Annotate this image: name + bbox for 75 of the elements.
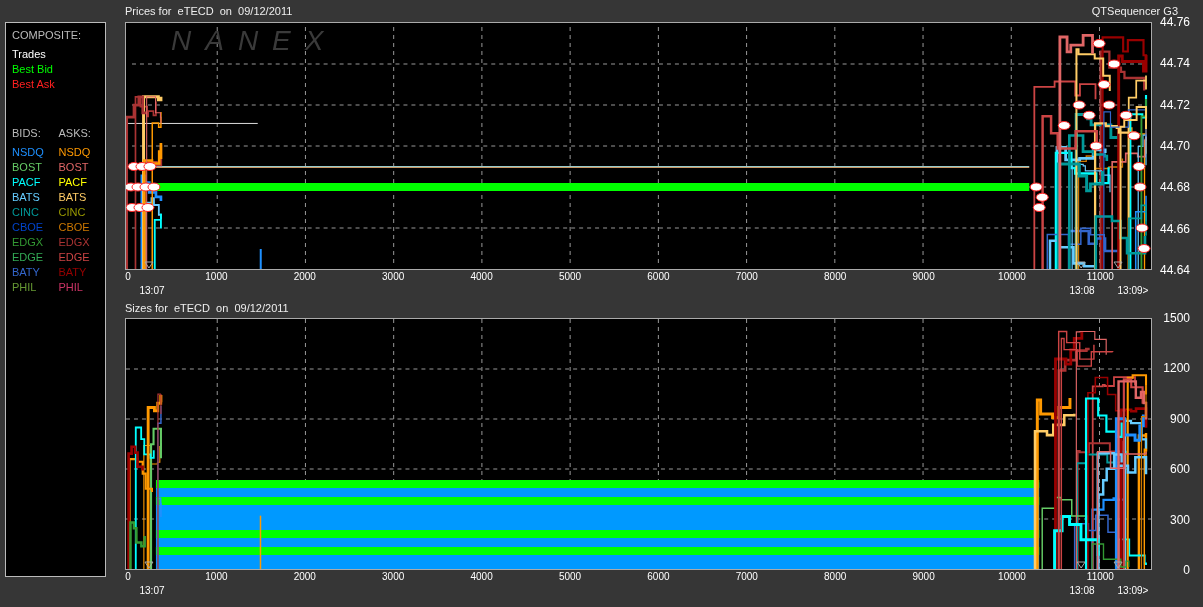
x-axis-label: 9000 [912, 571, 935, 582]
y-axis-label: 1500 [1163, 311, 1190, 325]
x-axis-label: 5000 [558, 571, 582, 582]
x-axis-label: 10000 [998, 271, 1026, 282]
legend-label: Trades [12, 47, 47, 62]
x-axis-label: 8000 [824, 571, 847, 582]
legend-label: PHIL [12, 280, 37, 295]
time-label: 13:07 [139, 285, 165, 296]
x-axis-label: 8000 [824, 271, 847, 282]
y-axis-label: 900 [1169, 411, 1190, 426]
x-axis-label: 5000 [558, 271, 582, 282]
legend-label: BOST [12, 160, 42, 175]
x-axis-label: 6000 [647, 271, 670, 282]
time-label: 13:08 [1069, 285, 1095, 296]
legend-label: NSDQ [12, 145, 44, 160]
chart-title: Prices for eTECD on 09/12/2011 [125, 5, 293, 17]
watermark-logo: NANEX [171, 25, 338, 57]
y-axis-label: 44.72 [1159, 97, 1190, 112]
x-axis-label: 3000 [382, 271, 405, 282]
y-axis-label: 44.68 [1159, 180, 1190, 195]
y-axis-label: 44.64 [1159, 263, 1190, 277]
legend-label: BATS [12, 190, 40, 205]
y-axis-label: 44.70 [1159, 139, 1190, 153]
legend-label: PACF [12, 175, 41, 190]
legend-label: BATS [58, 190, 87, 205]
time-label: 13:07 [139, 585, 165, 596]
legend-heading: COMPOSITE: [12, 28, 83, 43]
legend-label: CINC [58, 205, 86, 220]
legend-label: CBOE [12, 220, 44, 235]
y-axis-label: 44.76 [1159, 15, 1190, 29]
x-axis-label: 0 [125, 271, 131, 282]
time-label: 13:09> [1117, 285, 1149, 296]
x-axis-label: 1000 [205, 571, 228, 582]
x-axis-label: 2000 [293, 571, 316, 582]
y-axis-label: 0 [1183, 563, 1190, 577]
legend-label: PHIL [58, 280, 83, 295]
x-axis-label: 0 [125, 571, 131, 582]
chart-title: Sizes for eTECD on 09/12/2011 [125, 301, 289, 314]
legend-label: EDGE [12, 250, 44, 265]
quote-bar [259, 249, 262, 269]
x-axis-label: 10000 [998, 571, 1026, 582]
legend-heading: ASKS: [58, 126, 91, 141]
legend-label: EDGX [12, 235, 44, 250]
legend-label: EDGE [58, 250, 90, 265]
legend-label: PACF [58, 175, 88, 190]
x-axis-label: 4000 [470, 571, 493, 582]
legend-label: CBOE [58, 220, 90, 235]
y-axis-label: 600 [1169, 462, 1190, 477]
x-axis-label: 7000 [735, 271, 758, 282]
legend-label: BATY [58, 265, 87, 280]
x-axis-label: 11000 [1086, 271, 1114, 282]
x-axis-label: 9000 [912, 271, 935, 282]
legend-label: EDGX [58, 235, 90, 250]
x-axis-label: 3000 [382, 571, 405, 582]
x-axis-label: 1000 [205, 271, 228, 282]
legend-label: Best Ask [12, 77, 56, 92]
x-axis-label: 7000 [735, 571, 758, 582]
time-label: 13:09> [1117, 585, 1149, 596]
legend-label: BATY [12, 265, 40, 280]
legend-label: CINC [12, 205, 39, 220]
legend-label: BOST [58, 160, 89, 175]
x-axis-label: 6000 [647, 571, 670, 582]
x-axis-label: 4000 [470, 271, 493, 282]
x-axis-label: 2000 [293, 271, 316, 282]
legend-heading: BIDS: [12, 126, 41, 141]
app-label: QTSequencer G3 [1091, 5, 1178, 17]
time-label: 13:08 [1069, 585, 1095, 596]
y-axis-label: 44.66 [1159, 221, 1190, 236]
legend-label: Best Bid [12, 62, 54, 77]
quote-bar [259, 515, 262, 569]
legend-label: NSDQ [58, 145, 91, 160]
y-axis-label: 300 [1169, 512, 1190, 527]
y-axis-label: 44.74 [1159, 56, 1190, 71]
x-axis-label: 11000 [1086, 571, 1114, 582]
y-axis-label: 1200 [1163, 361, 1190, 376]
